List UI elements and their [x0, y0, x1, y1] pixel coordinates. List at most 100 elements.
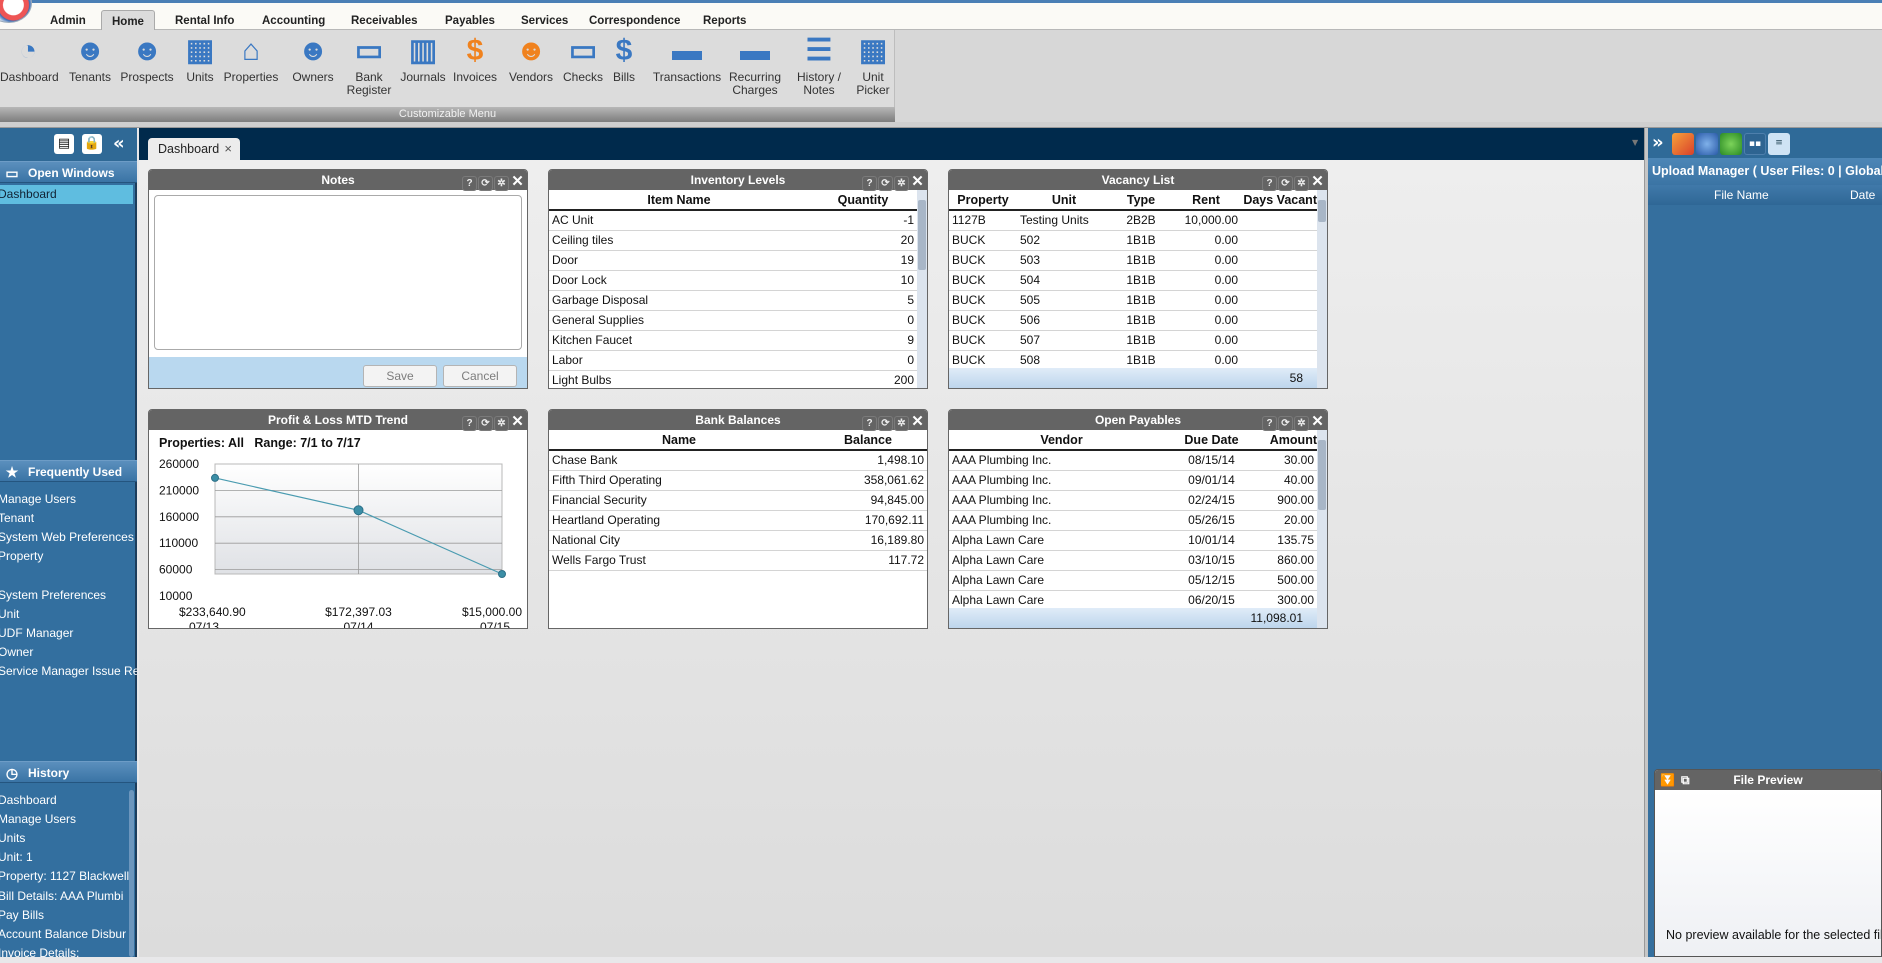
ribbon-tab-accounting[interactable]: Accounting	[252, 10, 335, 32]
close-widget-icon[interactable]: ✕	[1310, 414, 1325, 430]
refresh-icon[interactable]: ⟳	[478, 416, 493, 431]
inventory-scrollbar[interactable]	[917, 190, 927, 388]
ribbon-button-invoices[interactable]: $ Invoices	[449, 34, 501, 84]
ribbon-button-bills[interactable]: $ Bills	[607, 34, 641, 84]
payable-row[interactable]: Alpha Lawn Care 05/12/15 500.00	[949, 570, 1317, 591]
column-header-days-vacant[interactable]: Days Vacant	[1241, 190, 1317, 211]
inventory-row[interactable]: Garbage Disposal 5	[549, 290, 917, 311]
help-icon[interactable]: ?	[862, 416, 877, 431]
ribbon-button-journals[interactable]: ▥ Journals	[398, 34, 448, 84]
file-list-icon[interactable]: ▪▪	[1744, 133, 1766, 155]
ribbon-button-transactions[interactable]: ▬ Transactions	[650, 34, 724, 84]
cancel-button[interactable]: Cancel	[443, 365, 517, 387]
settings-icon[interactable]: ✲	[894, 416, 909, 431]
column-header-balance[interactable]: Balance	[809, 430, 927, 451]
inventory-row[interactable]: Light Bulbs 200	[549, 370, 917, 388]
column-header-unit[interactable]: Unit	[1017, 190, 1111, 211]
tab-list-dropdown-icon[interactable]: ▼	[1632, 138, 1642, 148]
close-widget-icon[interactable]: ✕	[1310, 174, 1325, 190]
data-point[interactable]	[353, 505, 364, 516]
close-widget-icon[interactable]: ✕	[910, 174, 925, 190]
column-header-due-date[interactable]: Due Date	[1174, 430, 1249, 451]
ribbon-tab-correspondence[interactable]: Correspondence	[579, 10, 690, 32]
frequently-used-item[interactable]	[0, 566, 137, 585]
ribbon-tab-services[interactable]: Services	[511, 10, 578, 32]
refresh-icon[interactable]: ⟳	[478, 176, 493, 191]
vacancy-row[interactable]: BUCK 504 1B1B 0.00	[949, 270, 1317, 291]
column-header-file-name[interactable]: File Name	[1714, 185, 1769, 205]
history-item[interactable]: Bill Details: AAA Plumbi	[0, 887, 137, 906]
ribbon-button-checks[interactable]: ▭ Checks	[561, 34, 605, 84]
frequently-used-item[interactable]: Service Manager Issue Reg	[0, 662, 137, 681]
settings-icon[interactable]: ✲	[1294, 416, 1309, 431]
column-header-property[interactable]: Property	[949, 190, 1017, 211]
close-widget-icon[interactable]: ✕	[910, 414, 925, 430]
ribbon-button-history-notes[interactable]: ☰ History / Notes	[790, 34, 848, 97]
history-item[interactable]: Units	[0, 829, 137, 848]
inventory-row[interactable]: Labor 0	[549, 350, 917, 371]
history-item[interactable]: Account Balance Disbur	[0, 925, 137, 944]
tab-dashboard[interactable]: Dashboard ×	[148, 138, 240, 160]
column-header-item-name[interactable]: Item Name	[549, 190, 809, 211]
ribbon-tab-home[interactable]: Home	[101, 10, 155, 32]
ribbon-button-unit-picker[interactable]: ▦ Unit Picker	[850, 34, 896, 97]
frequently-used-item[interactable]: Owner	[0, 643, 137, 662]
ribbon-button-properties[interactable]: ⌂ Properties	[222, 34, 280, 84]
vacancy-scrollbar[interactable]	[1317, 190, 1327, 388]
open-window-item[interactable]: Dashboard	[0, 185, 133, 204]
inventory-row[interactable]: Door 19	[549, 250, 917, 271]
bank-row[interactable]: National City 16,189.80	[549, 530, 927, 551]
bank-row[interactable]: Financial Security 94,845.00	[549, 490, 927, 511]
settings-icon[interactable]: ✲	[494, 416, 509, 431]
settings-icon[interactable]: ✲	[894, 176, 909, 191]
close-tab-icon[interactable]: ×	[224, 138, 232, 160]
close-widget-icon[interactable]: ✕	[510, 174, 525, 190]
inventory-row[interactable]: AC Unit -1	[549, 210, 917, 231]
history-item[interactable]: Property: 1127 Blackwell	[0, 867, 137, 886]
settings-icon[interactable]: ✲	[1294, 176, 1309, 191]
refresh-icon[interactable]: ⟳	[878, 176, 893, 191]
payable-row[interactable]: AAA Plumbing Inc. 09/01/14 40.00	[949, 470, 1317, 491]
vacancy-row[interactable]: BUCK 503 1B1B 0.00	[949, 250, 1317, 271]
refresh-icon[interactable]: ⟳	[878, 416, 893, 431]
column-header-name[interactable]: Name	[549, 430, 809, 451]
refresh-icon[interactable]: ⟳	[1278, 176, 1293, 191]
history-item[interactable]: Manage Users	[0, 810, 137, 829]
save-button[interactable]: Save	[363, 365, 437, 387]
ribbon-button-dashboard[interactable]: ◔ Dashboard	[0, 34, 59, 84]
help-icon[interactable]: ?	[1262, 416, 1277, 431]
refresh-icon[interactable]: ⟳	[1278, 416, 1293, 431]
column-header-date[interactable]: Date	[1850, 185, 1875, 205]
vacancy-row[interactable]: BUCK 508 1B1B 0.00	[949, 350, 1317, 371]
column-header-vendor[interactable]: Vendor	[949, 430, 1174, 451]
inventory-row[interactable]: General Supplies 0	[549, 310, 917, 331]
open-windows-header[interactable]: ▭ Open Windows	[0, 161, 137, 183]
app-logo-icon[interactable]	[0, 0, 32, 23]
payable-row[interactable]: Alpha Lawn Care 03/10/15 860.00	[949, 550, 1317, 571]
frequently-used-header[interactable]: ★ Frequently Used	[0, 460, 137, 482]
frequently-used-item[interactable]: System Web Preferences	[0, 528, 137, 547]
ribbon-button-recurring-charges[interactable]: ▬ Recurring Charges	[725, 34, 785, 97]
history-header[interactable]: ◷ History	[0, 761, 137, 783]
vacancy-row[interactable]: BUCK 507 1B1B 0.00	[949, 330, 1317, 351]
ribbon-button-vendors[interactable]: ☻ Vendors	[505, 34, 557, 84]
bank-row[interactable]: Heartland Operating 170,692.11	[549, 510, 927, 531]
payables-scrollbar[interactable]	[1317, 430, 1327, 628]
popout-icon[interactable]: ⧉	[1681, 770, 1690, 790]
file-tree-icon[interactable]: ≡	[1768, 133, 1790, 155]
help-icon[interactable]: ?	[862, 176, 877, 191]
frequently-used-item[interactable]: UDF Manager	[0, 624, 137, 643]
data-point[interactable]	[211, 473, 219, 482]
sync-icon[interactable]	[1720, 133, 1742, 155]
expand-panel-icon[interactable]: »	[1652, 132, 1664, 153]
collapse-down-icon[interactable]: ⏬	[1660, 770, 1675, 790]
history-scrollbar[interactable]	[129, 790, 134, 957]
payable-row[interactable]: Alpha Lawn Care 06/20/15 300.00	[949, 590, 1317, 611]
ribbon-button-bank-register[interactable]: ▭ Bank Register	[342, 34, 396, 97]
user-upload-icon[interactable]	[1672, 133, 1694, 155]
column-header-quantity[interactable]: Quantity	[809, 190, 917, 211]
frequently-used-item[interactable]: System Preferences	[0, 586, 137, 605]
bank-row[interactable]: Wells Fargo Trust 117.72	[549, 550, 927, 571]
close-widget-icon[interactable]: ✕	[510, 414, 525, 430]
payable-row[interactable]: Alpha Lawn Care 10/01/14 135.75	[949, 530, 1317, 551]
